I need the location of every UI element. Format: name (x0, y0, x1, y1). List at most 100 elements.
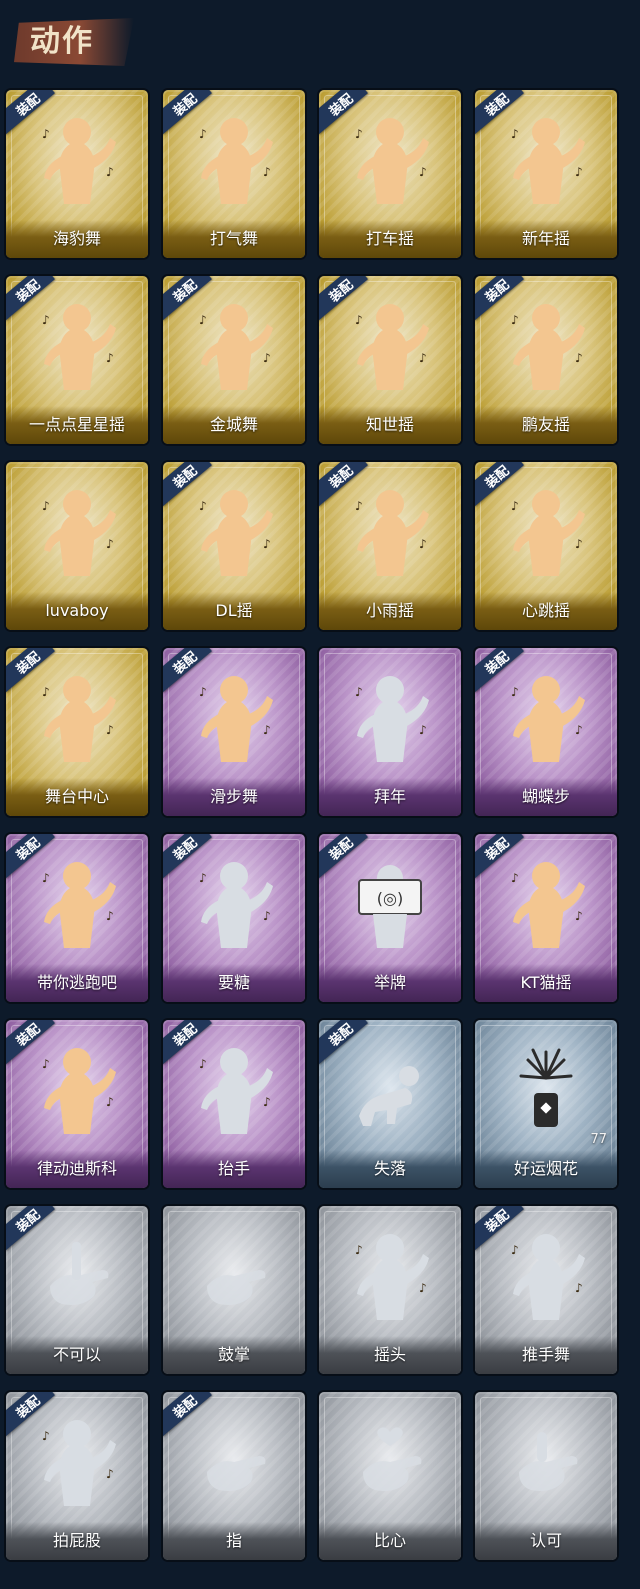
emote-card[interactable]: ♪ ♪ 海豹舞 装配 (6, 90, 148, 258)
dance-figure-icon: ♪ ♪ (189, 666, 279, 766)
emote-name: KT猫摇 (520, 973, 572, 992)
emote-name: 小雨摇 (365, 601, 414, 620)
svg-text:♪: ♪ (106, 909, 114, 923)
emote-card[interactable]: ♪ ♪ 鹏友摇 装配 (475, 276, 617, 444)
dance-figure-icon: ♪ ♪ (32, 666, 122, 766)
head-shake-figure-icon: ♪ ♪ (345, 1224, 435, 1324)
emote-name: 一点点星星摇 (28, 415, 125, 434)
emote-card[interactable]: 鼓掌 (163, 1206, 305, 1374)
svg-text:♪: ♪ (199, 499, 207, 513)
emote-name: 举牌 (373, 973, 406, 992)
svg-text:♪: ♪ (419, 1281, 427, 1295)
dance-figure-icon: ♪ ♪ (32, 480, 122, 580)
clap-icon (189, 1224, 279, 1324)
svg-text:♪: ♪ (263, 165, 271, 179)
svg-text:♪: ♪ (355, 127, 363, 141)
svg-text:♪: ♪ (106, 1095, 114, 1109)
emote-card[interactable]: ♪ ♪ 新年摇 装配 (475, 90, 617, 258)
emote-card[interactable]: ♪ ♪ 知世摇 装配 (319, 276, 461, 444)
emote-card[interactable]: 认可 (475, 1392, 617, 1560)
svg-text:♪: ♪ (263, 909, 271, 923)
emote-card[interactable]: ♪ ♪ 打气舞 装配 (163, 90, 305, 258)
dance-figure-icon: ♪ ♪ (32, 852, 122, 952)
emote-card[interactable]: ♪ ♪ 小雨摇 装配 (319, 462, 461, 630)
svg-text:♪: ♪ (575, 909, 583, 923)
emote-name: luvaboy (45, 601, 109, 620)
svg-text:♪: ♪ (106, 165, 114, 179)
emote-card[interactable]: ♪ ♪ 摇头 (319, 1206, 461, 1374)
emote-card[interactable]: 比心 (319, 1392, 461, 1560)
emote-name: 推手舞 (521, 1345, 570, 1364)
svg-text:♪: ♪ (106, 1467, 114, 1481)
emote-card[interactable]: ♪ ♪ 抬手 装配 (163, 1020, 305, 1188)
push-hand-figure-icon: ♪ ♪ (501, 1224, 591, 1324)
emote-card[interactable]: ♪ ♪ 舞台中心 装配 (6, 648, 148, 816)
emote-card[interactable]: ♪ ♪ 金城舞 装配 (163, 276, 305, 444)
emote-card[interactable]: ♪ ♪ 要糖 装配 (163, 834, 305, 1002)
emote-card[interactable]: ♪ ♪ 滑步舞 装配 (163, 648, 305, 816)
svg-text:♪: ♪ (575, 723, 583, 737)
emote-card[interactable]: 指装配 (163, 1392, 305, 1560)
svg-text:♪: ♪ (419, 165, 427, 179)
emote-card[interactable]: ♪ ♪ 拍屁股 装配 (6, 1392, 148, 1560)
emote-name: 打车摇 (365, 229, 414, 248)
svg-text:♪: ♪ (511, 313, 519, 327)
emote-card[interactable]: (◎) 举牌 装配 (319, 834, 461, 1002)
thumbs-up-icon (501, 1410, 591, 1510)
svg-text:♪: ♪ (575, 351, 583, 365)
svg-text:♪: ♪ (511, 685, 519, 699)
svg-text:♪: ♪ (42, 871, 50, 885)
svg-text:(◎): (◎) (377, 889, 403, 908)
butt-pat-figure-icon: ♪ ♪ (32, 1410, 122, 1510)
firework-icon (501, 1038, 591, 1138)
bow-figure-icon: ♪ ♪ (345, 666, 435, 766)
emote-card[interactable]: ♪ ♪ 心跳摇 装配 (475, 462, 617, 630)
svg-text:♪: ♪ (42, 313, 50, 327)
dance-figure-icon: ♪ ♪ (501, 294, 591, 394)
svg-text:♪: ♪ (42, 685, 50, 699)
emote-name: 鹏友摇 (521, 415, 570, 434)
emote-grid: ♪ ♪ 海豹舞 装配 ♪ ♪ 打气舞 装配 ♪ ♪ 打车摇 装配 ♪ ♪ 新年摇 装配 ♪ ♪ 一点点星星摇 装配 ♪ ♪… (6, 90, 634, 1585)
dance-figure-icon: ♪ ♪ (501, 852, 591, 952)
emote-card[interactable]: ♪ ♪ 打车摇 装配 (319, 90, 461, 258)
svg-text:♪: ♪ (419, 351, 427, 365)
svg-text:♪: ♪ (106, 351, 114, 365)
emote-card[interactable]: ♪ ♪ 一点点星星摇 装配 (6, 276, 148, 444)
svg-text:♪: ♪ (199, 127, 207, 141)
emote-name: 拜年 (373, 787, 406, 806)
emote-name: 鼓掌 (217, 1345, 250, 1364)
dance-figure-icon: ♪ ♪ (501, 108, 591, 208)
emote-card[interactable]: ♪ ♪ 带你逃跑吧 装配 (6, 834, 148, 1002)
emote-card[interactable]: 失落 装配 (319, 1020, 461, 1188)
emote-name: 不可以 (52, 1345, 101, 1364)
svg-text:♪: ♪ (575, 1281, 583, 1295)
sign-figure-icon: (◎) (345, 852, 435, 952)
emote-name: 蝴蝶步 (521, 787, 570, 806)
svg-text:♪: ♪ (42, 1057, 50, 1071)
emote-card[interactable]: ♪ ♪ KT猫摇 装配 (475, 834, 617, 1002)
emote-name: 舞台中心 (44, 787, 109, 806)
emote-card[interactable]: ♪ ♪ luvaboy (6, 462, 148, 630)
emote-card[interactable]: ♪ ♪ 推手舞 装配 (475, 1206, 617, 1374)
emote-name: 滑步舞 (209, 787, 258, 806)
dance-figure-icon: ♪ ♪ (345, 294, 435, 394)
emote-card[interactable]: ♪ ♪ DL摇 装配 (163, 462, 305, 630)
svg-text:♪: ♪ (575, 537, 583, 551)
svg-text:♪: ♪ (511, 127, 519, 141)
svg-text:♪: ♪ (263, 537, 271, 551)
emote-card[interactable]: 好运烟花 77 (475, 1020, 617, 1188)
svg-text:♪: ♪ (263, 723, 271, 737)
emote-name: DL摇 (215, 601, 253, 620)
emote-card[interactable]: ♪ ♪ 律动迪斯科 装配 (6, 1020, 148, 1188)
dance-figure-icon: ♪ ♪ (501, 666, 591, 766)
svg-text:♪: ♪ (511, 499, 519, 513)
svg-text:♪: ♪ (42, 1429, 50, 1443)
emote-name: 打气舞 (209, 229, 258, 248)
emote-card[interactable]: ♪ ♪ 蝴蝶步 装配 (475, 648, 617, 816)
dance-figure-icon: ♪ ♪ (189, 108, 279, 208)
finger-wag-icon (32, 1224, 122, 1324)
svg-text:♪: ♪ (419, 537, 427, 551)
emote-card[interactable]: ♪ ♪ 拜年 (319, 648, 461, 816)
svg-text:♪: ♪ (419, 723, 427, 737)
emote-card[interactable]: 不可以 装配 (6, 1206, 148, 1374)
